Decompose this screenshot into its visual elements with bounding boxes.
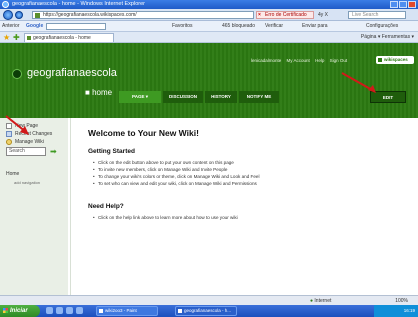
wiki-main-content: Welcome to Your New Wiki! Getting Starte… bbox=[70, 118, 410, 295]
zone-label: Internet bbox=[314, 298, 332, 304]
favorites-button[interactable]: Favoritos bbox=[172, 21, 193, 32]
add-navigation-link[interactable]: add navigation bbox=[14, 180, 40, 185]
sign-out-link[interactable]: Sign Out bbox=[330, 58, 348, 63]
tab-page-label: PAGE bbox=[132, 94, 145, 99]
tab-page[interactable]: PAGE ▾ bbox=[119, 91, 161, 103]
home-label: home bbox=[92, 88, 113, 97]
close-window-button[interactable] bbox=[408, 1, 416, 8]
web-page-viewport: geografianaescola lenicadalmonte My Acco… bbox=[0, 43, 418, 295]
taskbar-item-browser[interactable]: geografianaescola - h... bbox=[175, 306, 237, 316]
help-link[interactable]: Help bbox=[315, 58, 324, 63]
manage-wiki-icon bbox=[6, 139, 12, 145]
search-go-arrow-icon[interactable]: ➡ bbox=[50, 147, 59, 156]
tab-favicon-icon bbox=[27, 36, 31, 40]
site-favicon-icon bbox=[35, 13, 40, 18]
back-button[interactable] bbox=[3, 10, 13, 20]
popup-blocked-button[interactable]: 465 bloqueado bbox=[222, 21, 255, 32]
search-input[interactable]: Live Search bbox=[348, 11, 406, 19]
quicklaunch-ie-icon[interactable] bbox=[56, 307, 63, 314]
tab-bar: ★ ✚ geografianaescola - home Página ▾ Fe… bbox=[0, 32, 418, 43]
verificar-button[interactable]: Verificar bbox=[265, 21, 283, 32]
favorites-star-icon[interactable]: ★ bbox=[3, 33, 10, 42]
quicklaunch-media-icon[interactable] bbox=[66, 307, 73, 314]
wiki-sidebar: New Page Recent Changes Manage Wiki Sear… bbox=[0, 115, 68, 295]
certificate-error-button[interactable]: × Erro de Certificado bbox=[256, 11, 314, 19]
tab-notify-me[interactable]: NOTIFY ME bbox=[239, 91, 279, 103]
window-title: geografianaescola - home - Windows Inter… bbox=[12, 1, 145, 7]
google-toolbar: Anterior Google Favoritos 465 bloqueado … bbox=[0, 21, 418, 32]
getting-started-heading: Getting Started bbox=[88, 148, 135, 155]
manage-wiki-label: Manage Wiki bbox=[15, 139, 44, 145]
wiki-header: geografianaescola lenicadalmonte My Acco… bbox=[0, 43, 418, 118]
user-links: lenicadalmonte My Account Help Sign Out bbox=[251, 58, 351, 63]
minimize-button[interactable] bbox=[390, 1, 398, 8]
start-button[interactable]: Iniciar bbox=[0, 305, 40, 317]
tab-discussion[interactable]: DISCUSSION bbox=[163, 91, 203, 103]
annotation-arrow-to-sidebar-icon bbox=[5, 115, 29, 135]
url-text: https://geografianaescola.wikispaces.com… bbox=[43, 12, 137, 18]
address-bar: https://geografianaescola.wikispaces.com… bbox=[0, 9, 418, 21]
sidebar-search-input[interactable]: Search bbox=[6, 147, 46, 156]
search-placeholder: Live Search bbox=[352, 12, 379, 18]
welcome-heading: Welcome to Your New Wiki! bbox=[88, 128, 199, 138]
cert-error-label: Erro de Certificado bbox=[265, 12, 307, 18]
quicklaunch-folder-icon[interactable] bbox=[76, 307, 83, 314]
home-page-title: ■ home bbox=[85, 88, 113, 97]
maximize-button[interactable] bbox=[399, 1, 407, 8]
system-tray-clock[interactable]: 16:19 bbox=[374, 305, 418, 317]
browser-tab-active[interactable]: geografianaescola - home bbox=[24, 33, 114, 42]
taskbar-item-paint[interactable]: wiki2oo3 - Paint bbox=[96, 306, 158, 316]
list-item: To invite new members, click on Manage W… bbox=[93, 167, 227, 172]
list-item: Click on the help link above to learn mo… bbox=[93, 215, 238, 220]
need-help-heading: Need Help? bbox=[88, 203, 124, 210]
forward-button[interactable] bbox=[15, 11, 23, 19]
internet-explorer-icon bbox=[2, 1, 9, 8]
wikispaces-logo[interactable]: wikispaces bbox=[376, 56, 414, 64]
window-title-bar: geografianaescola - home - Windows Inter… bbox=[0, 0, 418, 9]
refresh-stop-buttons[interactable]: 4y X bbox=[318, 11, 328, 19]
quicklaunch-desktop-icon[interactable] bbox=[46, 307, 53, 314]
sidebar-item-manage-wiki[interactable]: Manage Wiki bbox=[6, 139, 44, 145]
send-to-button[interactable]: Enviar para bbox=[302, 21, 328, 32]
anterior-label[interactable]: Anterior bbox=[2, 21, 20, 32]
list-item: To set who can view and edit your wiki, … bbox=[93, 181, 257, 186]
username-link[interactable]: lenicadalmonte bbox=[251, 58, 281, 63]
list-item: Click on the edit button above to put yo… bbox=[93, 160, 234, 165]
window-controls bbox=[390, 1, 416, 8]
my-account-link[interactable]: My Account bbox=[287, 58, 310, 63]
settings-button[interactable]: Configurações bbox=[366, 21, 398, 32]
tab-label: geografianaescola - home bbox=[33, 35, 91, 41]
internet-globe-icon: ● bbox=[310, 298, 314, 304]
list-item: To change your wiki's colors or theme, c… bbox=[93, 174, 259, 179]
wiki-name[interactable]: geografianaescola bbox=[27, 67, 117, 79]
google-logo: Google bbox=[26, 23, 44, 29]
annotation-arrow-to-edit-icon bbox=[341, 72, 376, 93]
tab-history[interactable]: HISTORY bbox=[205, 91, 237, 103]
google-search-input[interactable] bbox=[46, 23, 106, 30]
sidebar-item-home[interactable]: Home bbox=[6, 171, 19, 177]
page-tools-menu[interactable]: Página ▾ Ferramentas ▾ bbox=[361, 32, 414, 43]
url-input[interactable]: https://geografianaescola.wikispaces.com… bbox=[32, 11, 254, 19]
status-bar: ● Internet 100% bbox=[0, 295, 418, 305]
add-favorite-icon[interactable]: ✚ bbox=[13, 33, 20, 42]
error-icon: × bbox=[258, 12, 261, 18]
windows-taskbar: Iniciar wiki2oo3 - Paint geografianaesco… bbox=[0, 305, 418, 317]
wiki-logo-icon bbox=[12, 69, 22, 79]
